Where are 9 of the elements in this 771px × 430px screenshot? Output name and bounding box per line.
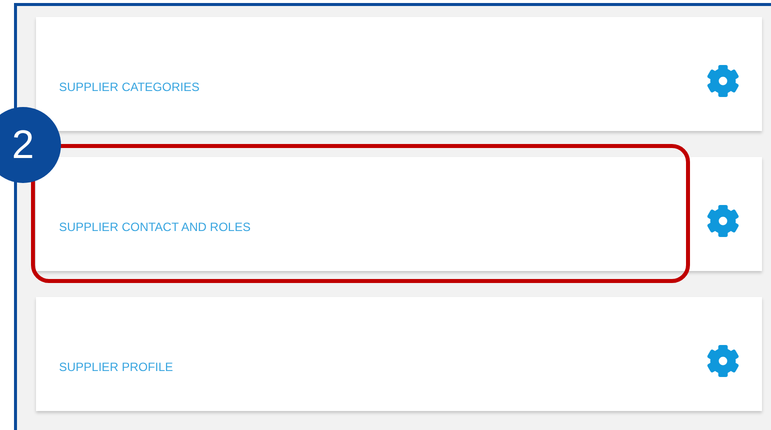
card-title: SUPPLIER CONTACT AND ROLES bbox=[59, 220, 251, 234]
settings-icon[interactable] bbox=[706, 64, 740, 98]
settings-card[interactable]: SUPPLIER CONTACT AND ROLES bbox=[36, 157, 762, 271]
settings-icon[interactable] bbox=[706, 204, 740, 238]
card-title: SUPPLIER CATEGORIES bbox=[59, 80, 200, 94]
settings-icon[interactable] bbox=[706, 344, 740, 378]
settings-card[interactable]: SUPPLIER PROFILE bbox=[36, 297, 762, 411]
settings-card[interactable]: SUPPLIER CATEGORIES bbox=[36, 17, 762, 131]
card-title: SUPPLIER PROFILE bbox=[59, 360, 174, 374]
